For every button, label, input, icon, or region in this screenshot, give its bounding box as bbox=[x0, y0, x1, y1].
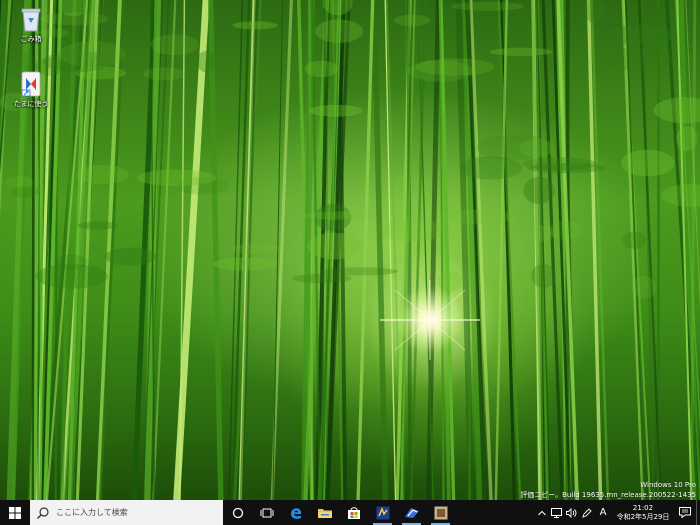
taskbar: ここに入力して検索 A 21:02 令和2年5月29日 bbox=[0, 500, 700, 525]
app-icon bbox=[376, 506, 389, 519]
build-info-text: 評価コピー。Build 19635.mn_release.200522-1435 bbox=[520, 491, 696, 499]
store-icon bbox=[347, 506, 360, 519]
taskbar-app-edge[interactable] bbox=[281, 500, 310, 525]
ime-mode-indicator[interactable]: A bbox=[594, 500, 612, 525]
folder-shortcut-icon bbox=[18, 70, 44, 98]
taskbar-app-file-explorer[interactable] bbox=[310, 500, 339, 525]
pen-icon bbox=[581, 507, 592, 518]
taskbar-clock[interactable]: 21:02 令和2年5月29日 bbox=[612, 504, 674, 522]
app-icon bbox=[434, 506, 447, 519]
desktop-wallpaper: ごみ箱 たまに使う Windows 10 Pro 評価コピー。Build 196… bbox=[0, 0, 700, 500]
search-placeholder: ここに入力して検索 bbox=[56, 508, 128, 517]
action-center-button[interactable] bbox=[674, 500, 696, 525]
taskbar-app-running-3[interactable] bbox=[426, 500, 455, 525]
clock-time: 21:02 bbox=[632, 503, 654, 512]
show-desktop-button[interactable] bbox=[696, 500, 700, 525]
task-view-button[interactable] bbox=[252, 500, 281, 525]
taskbar-app-running-1[interactable] bbox=[368, 500, 397, 525]
search-icon bbox=[37, 506, 49, 519]
show-hidden-icons-button[interactable] bbox=[534, 500, 549, 525]
network-icon bbox=[551, 507, 562, 518]
network-button[interactable] bbox=[549, 500, 564, 525]
windows-logo-icon bbox=[9, 506, 21, 519]
windows-edition-text: Windows 10 Pro bbox=[640, 481, 696, 489]
file-explorer-icon bbox=[317, 508, 332, 518]
desktop-icon-shortcut[interactable]: たまに使う bbox=[11, 70, 51, 109]
pen-workspace-button[interactable] bbox=[579, 500, 594, 525]
taskbar-app-store[interactable] bbox=[339, 500, 368, 525]
speaker-icon bbox=[566, 507, 577, 518]
desktop-icon-label: たまに使う bbox=[13, 100, 49, 108]
desktop-icon-label: ごみ箱 bbox=[20, 35, 42, 43]
app-icon bbox=[404, 507, 419, 518]
desktop-icon-recycle-bin[interactable]: ごみ箱 bbox=[11, 5, 51, 44]
sunlight-flare bbox=[380, 280, 480, 360]
recycle-bin-icon bbox=[18, 5, 44, 33]
task-view-icon bbox=[260, 508, 273, 517]
taskbar-app-running-2[interactable] bbox=[397, 500, 426, 525]
taskbar-search-box[interactable]: ここに入力して検索 bbox=[30, 500, 223, 525]
clock-date: 令和2年5月29日 bbox=[616, 512, 670, 521]
start-button[interactable] bbox=[0, 500, 30, 525]
windows-evaluation-watermark: Windows 10 Pro 評価コピー。Build 19635.mn_rele… bbox=[520, 480, 696, 500]
cortana-icon bbox=[232, 507, 243, 518]
system-tray: A 21:02 令和2年5月29日 bbox=[534, 500, 700, 525]
chevron-up-icon bbox=[537, 510, 546, 515]
notification-icon bbox=[679, 507, 691, 518]
edge-icon bbox=[290, 507, 301, 519]
volume-button[interactable] bbox=[564, 500, 579, 525]
cortana-button[interactable] bbox=[223, 500, 252, 525]
